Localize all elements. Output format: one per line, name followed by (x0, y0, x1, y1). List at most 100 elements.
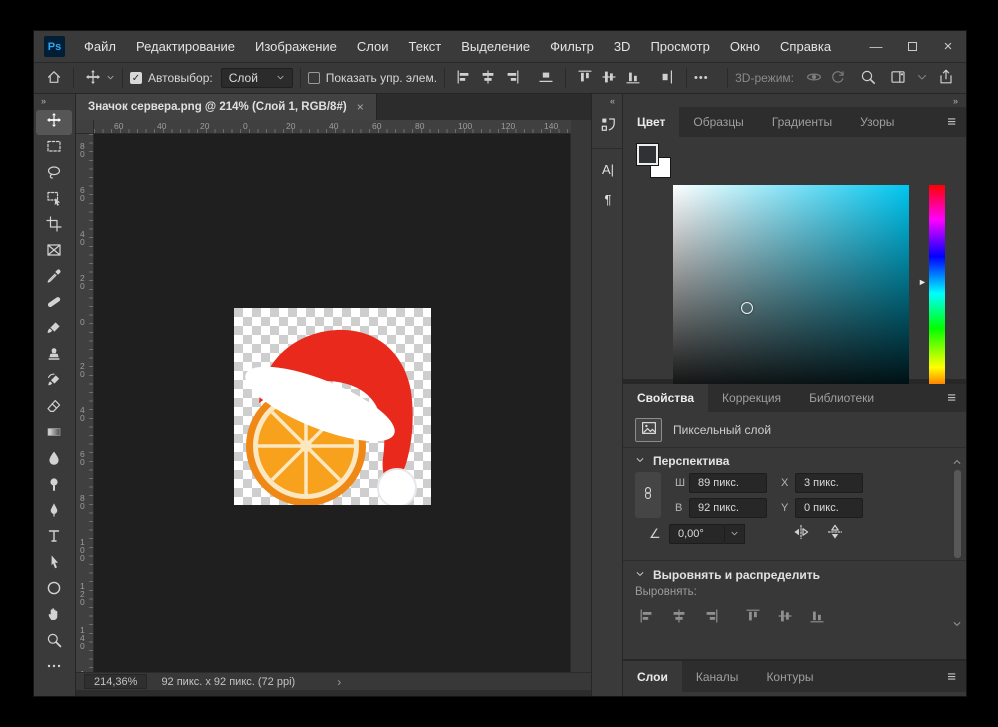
properties-panel-menu-icon[interactable]: ≡ (947, 390, 956, 407)
align-left-button[interactable] (452, 69, 476, 88)
tool-type[interactable] (36, 526, 72, 551)
tool-eraser[interactable] (36, 396, 72, 421)
angle-field[interactable]: 0,00° (669, 524, 725, 544)
tool-frame[interactable] (36, 240, 72, 265)
maximize-button[interactable] (894, 31, 930, 62)
tool-path-selection[interactable] (36, 552, 72, 577)
current-tool-button[interactable] (81, 69, 105, 88)
align-bottom-button[interactable] (621, 69, 645, 88)
menu-item-5[interactable]: Выделение (451, 39, 540, 54)
tool-healing-brush[interactable] (36, 292, 72, 317)
x-field[interactable]: 3 пикс. (795, 473, 863, 493)
autoselect-target-dropdown[interactable]: Слой (221, 68, 293, 88)
3d-orbit-button[interactable] (802, 69, 826, 88)
close-button[interactable]: × (930, 31, 966, 62)
layers-panel-tab[interactable]: Каналы (682, 661, 753, 692)
menu-item-8[interactable]: Просмотр (640, 39, 719, 54)
menu-item-3[interactable]: Слои (347, 39, 399, 54)
scroll-down-icon[interactable] (952, 616, 962, 634)
toolbar-expand-button[interactable]: » (34, 94, 75, 109)
distribute-h-button[interactable] (534, 69, 558, 88)
tool-object-selection[interactable] (36, 188, 72, 213)
menu-item-9[interactable]: Окно (720, 39, 770, 54)
flip-vertical-button[interactable] (823, 524, 847, 544)
minimize-button[interactable]: — (858, 31, 894, 62)
align-middle-button[interactable] (597, 69, 621, 88)
vertical-ruler[interactable]: 80604020020406080100120140160 (76, 134, 94, 672)
align-center-h-button[interactable] (667, 608, 691, 628)
tool-history-brush[interactable] (36, 370, 72, 395)
tool-lasso[interactable] (36, 162, 72, 187)
saturation-brightness-field[interactable] (673, 185, 909, 402)
tool-dodge[interactable] (36, 474, 72, 499)
layers-panel-tab[interactable]: Слои (623, 661, 682, 692)
distribute-v-button[interactable] (655, 69, 679, 88)
color-panel-menu-icon[interactable]: ≡ (947, 114, 956, 131)
menu-item-10[interactable]: Справка (770, 39, 841, 54)
tool-move[interactable] (36, 110, 72, 135)
canvas[interactable] (94, 134, 571, 672)
status-chevron[interactable]: › (337, 675, 341, 689)
document-tab[interactable]: Значок сервера.png @ 214% (Слой 1, RGB/8… (76, 94, 377, 120)
tool-brush[interactable] (36, 318, 72, 343)
properties-panel-tab[interactable]: Библиотеки (795, 384, 888, 412)
history-panel-button[interactable] (595, 114, 621, 140)
tab-close-icon[interactable]: × (357, 100, 364, 114)
menu-item-2[interactable]: Изображение (245, 39, 347, 54)
paragraph-panel-button[interactable]: ¶ (595, 186, 621, 212)
workspace-button[interactable] (886, 69, 910, 88)
expand-panels-button[interactable]: » (623, 94, 966, 107)
home-button[interactable] (42, 69, 66, 88)
layers-panel-menu-icon[interactable]: ≡ (947, 668, 956, 685)
tool-gradient[interactable] (36, 422, 72, 447)
align-top-button[interactable] (741, 608, 765, 628)
tool-crop[interactable] (36, 214, 72, 239)
align-section-header[interactable]: Выровнять и распределить (635, 568, 820, 582)
share-button[interactable] (934, 69, 958, 88)
tool-more[interactable] (36, 656, 72, 681)
scrollbar-thumb[interactable] (954, 470, 961, 558)
menu-item-7[interactable]: 3D (604, 39, 641, 54)
y-field[interactable]: 0 пикс. (795, 498, 863, 518)
tool-marquee[interactable] (36, 136, 72, 161)
link-dimensions-button[interactable] (635, 472, 661, 518)
align-left-button[interactable] (635, 608, 659, 628)
tool-eyedropper[interactable] (36, 266, 72, 291)
menu-item-0[interactable]: Файл (74, 39, 126, 54)
menu-item-6[interactable]: Фильтр (540, 39, 604, 54)
tool-preset-chevron[interactable] (106, 71, 115, 85)
collapse-panels-button[interactable]: « (592, 94, 622, 109)
autoselect-checkbox[interactable]: ✓ (130, 72, 142, 84)
height-field[interactable]: 92 пикс. (689, 498, 767, 518)
show-transform-controls-checkbox[interactable] (308, 72, 320, 84)
properties-panel-tab[interactable]: Свойства (623, 384, 708, 412)
more-options-button[interactable]: ••• (694, 72, 709, 84)
color-panel-tab[interactable]: Цвет (623, 107, 679, 137)
properties-panel-tab[interactable]: Коррекция (708, 384, 795, 412)
width-field[interactable]: 89 пикс. (689, 473, 767, 493)
tool-pen[interactable] (36, 500, 72, 525)
tool-blur[interactable] (36, 448, 72, 473)
tool-shape-ellipse[interactable] (36, 578, 72, 603)
align-center-h-button[interactable] (476, 69, 500, 88)
flip-horizontal-button[interactable] (789, 524, 813, 544)
zoom-level-field[interactable]: 214,36% (84, 674, 147, 689)
character-panel-button[interactable]: A| (595, 156, 621, 182)
horizontal-ruler[interactable]: 604020020406080100120140 (94, 120, 571, 134)
search-button[interactable] (856, 69, 880, 88)
align-bottom-button[interactable] (805, 608, 829, 628)
color-picker-circle[interactable] (741, 302, 753, 314)
tool-hand[interactable] (36, 604, 72, 629)
arrange-documents-button[interactable] (910, 69, 934, 88)
color-panel-tab[interactable]: Узоры (846, 107, 908, 137)
hue-slider[interactable] (929, 185, 945, 402)
transform-section-header[interactable]: Перспектива (635, 454, 729, 468)
color-panel-tab[interactable]: Градиенты (758, 107, 846, 137)
angle-dropdown-button[interactable] (725, 524, 745, 544)
layers-panel-tab[interactable]: Контуры (752, 661, 827, 692)
hue-slider-marker[interactable]: ► (918, 277, 927, 287)
tool-clone-stamp[interactable] (36, 344, 72, 369)
rotate-view-button[interactable] (826, 69, 850, 88)
menu-item-1[interactable]: Редактирование (126, 39, 245, 54)
align-right-button[interactable] (699, 608, 723, 628)
